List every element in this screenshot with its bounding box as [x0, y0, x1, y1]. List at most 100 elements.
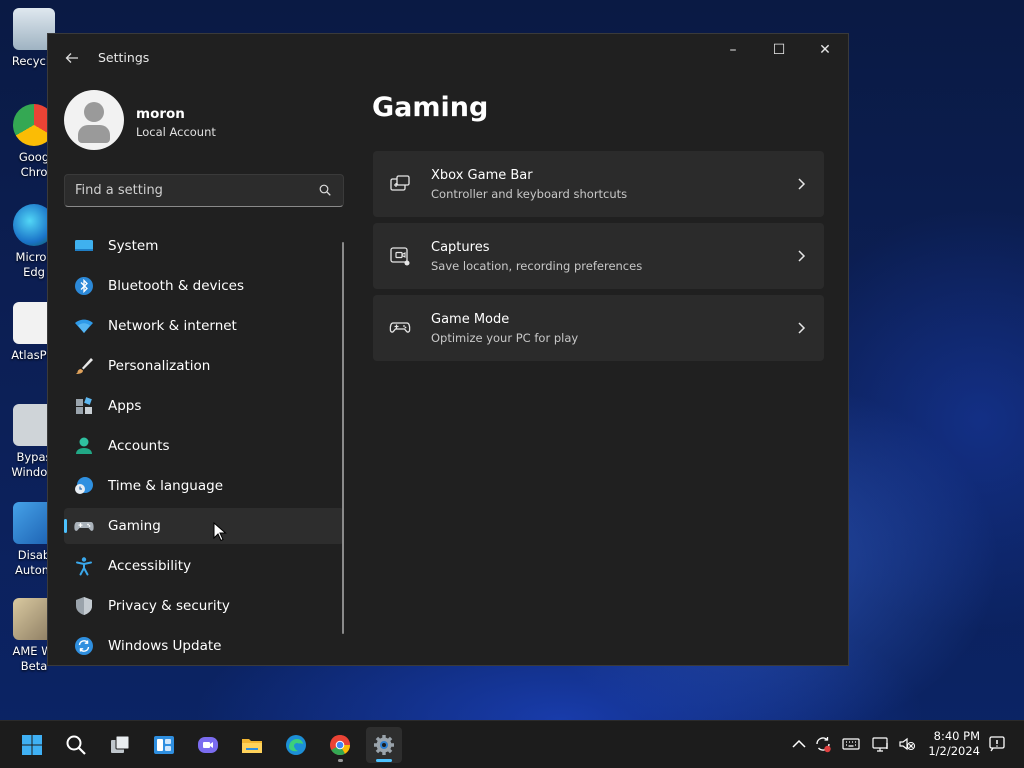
- clock[interactable]: 8:40 PM 1/2/2024: [928, 729, 980, 759]
- update-icon: [75, 637, 93, 655]
- sidebar-item-label: Time & language: [108, 478, 224, 494]
- sidebar-item-network-internet[interactable]: Network & internet: [64, 308, 344, 344]
- sidebar-item-apps[interactable]: Apps: [64, 388, 344, 424]
- widgets-button[interactable]: [146, 727, 182, 763]
- card-subtitle: Save location, recording preferences: [431, 259, 643, 273]
- title-bar[interactable]: Settings – ☐ ✕: [48, 34, 848, 82]
- sidebar-item-gaming[interactable]: Gaming: [64, 508, 344, 544]
- sidebar-item-accounts[interactable]: Accounts: [64, 428, 344, 464]
- accessibility-icon: [76, 557, 92, 576]
- sidebar-item-label: Network & internet: [108, 318, 237, 334]
- network-icon[interactable]: [872, 735, 890, 753]
- shield-icon: [76, 597, 92, 615]
- mouse-cursor-icon: [213, 522, 227, 542]
- capture-icon: [390, 247, 410, 266]
- close-button[interactable]: ✕: [802, 34, 848, 66]
- sidebar-item-time-language[interactable]: Time & language: [64, 468, 344, 504]
- file-explorer-button[interactable]: [234, 727, 270, 763]
- search-input[interactable]: Find a setting: [64, 174, 344, 207]
- sidebar-item-privacy-security[interactable]: Privacy & security: [64, 588, 344, 624]
- search-icon: [319, 184, 331, 196]
- time-language-icon: [75, 477, 93, 494]
- settings-icon: [374, 735, 394, 755]
- clock-time: 8:40 PM: [933, 729, 980, 743]
- sidebar-item-bluetooth-devices[interactable]: Bluetooth & devices: [64, 268, 344, 304]
- start-icon: [22, 735, 42, 755]
- keyboard-icon[interactable]: [842, 735, 860, 753]
- edge-icon: [286, 735, 306, 755]
- gamepad-icon: [74, 522, 94, 531]
- arrow-left-icon: [65, 53, 78, 63]
- sidebar-item-label: System: [108, 238, 159, 254]
- notifications-icon[interactable]: [988, 735, 1006, 753]
- taskbar-search-button[interactable]: [58, 727, 94, 763]
- sidebar-item-personalization[interactable]: Personalization: [64, 348, 344, 384]
- avatar-body: [78, 125, 110, 143]
- avatar[interactable]: [64, 90, 124, 150]
- game-bar-icon: [390, 175, 410, 191]
- window-title: Settings: [98, 50, 150, 65]
- chevron-up-icon[interactable]: [790, 735, 808, 753]
- sidebar-item-accessibility[interactable]: Accessibility: [64, 548, 344, 584]
- volume-muted-icon[interactable]: [898, 735, 916, 753]
- apps-icon: [76, 397, 92, 414]
- chrome-icon: [330, 734, 351, 756]
- teams-chat-button[interactable]: [190, 727, 226, 763]
- search-icon: [66, 735, 86, 755]
- start-button[interactable]: [14, 727, 50, 763]
- sidebar-item-label: Privacy & security: [108, 598, 230, 614]
- page-title: Gaming: [372, 92, 489, 123]
- sidebar-item-label: Apps: [108, 398, 142, 414]
- sidebar-item-label: Bluetooth & devices: [108, 278, 245, 294]
- game-mode-icon: [389, 322, 411, 333]
- system-icon: [75, 240, 93, 251]
- accounts-icon: [76, 437, 92, 454]
- sidebar-item-label: Accounts: [108, 438, 170, 454]
- chevron-right-icon: [798, 178, 806, 190]
- card-subtitle: Optimize your PC for play: [431, 331, 579, 345]
- sync-error-icon[interactable]: [814, 735, 832, 753]
- card-subtitle: Controller and keyboard shortcuts: [431, 187, 628, 201]
- card-title: Game Mode: [431, 312, 510, 327]
- sidebar-item-label: Accessibility: [108, 558, 192, 574]
- task-view-icon: [111, 735, 130, 753]
- selection-indicator: [64, 519, 67, 533]
- card-captures[interactable]: Captures Save location, recording prefer…: [373, 223, 824, 289]
- avatar-head: [84, 102, 104, 122]
- sidebar-item-label: Personalization: [108, 358, 211, 374]
- search-placeholder: Find a setting: [75, 183, 163, 198]
- bluetooth-icon: [75, 277, 93, 295]
- clock-date: 1/2/2024: [928, 744, 980, 758]
- profile-account-type: Local Account: [136, 125, 216, 139]
- task-view-button[interactable]: [102, 727, 138, 763]
- sidebar-item-system[interactable]: System: [64, 228, 344, 264]
- back-button[interactable]: [60, 46, 84, 70]
- wifi-icon: [75, 319, 93, 333]
- file-explorer-icon: [242, 739, 262, 753]
- sidebar-scrollbar[interactable]: [342, 242, 344, 634]
- sidebar-nav: System Bluetooth & devices Network & int…: [64, 228, 344, 665]
- maximize-button[interactable]: ☐: [756, 34, 802, 66]
- taskbar: 8:40 PM 1/2/2024: [0, 720, 1024, 768]
- card-title: Captures: [431, 240, 490, 255]
- sidebar-item-label: Windows Update: [108, 638, 222, 654]
- profile-name: moron: [136, 106, 185, 122]
- chevron-right-icon: [798, 322, 806, 334]
- edge-taskbar-button[interactable]: [278, 727, 314, 763]
- card-title: Xbox Game Bar: [431, 168, 533, 183]
- active-app-indicator: [376, 759, 392, 762]
- minimize-button[interactable]: –: [710, 34, 756, 66]
- running-indicator: [338, 759, 343, 762]
- card-xbox-game-bar[interactable]: Xbox Game Bar Controller and keyboard sh…: [373, 151, 824, 217]
- widgets-icon: [154, 736, 174, 754]
- brush-icon: [76, 358, 93, 374]
- settings-card-list: Xbox Game Bar Controller and keyboard sh…: [373, 151, 824, 367]
- settings-taskbar-button[interactable]: [366, 727, 402, 763]
- sidebar-item-windows-update[interactable]: Windows Update: [64, 628, 344, 664]
- sidebar-item-label: Gaming: [108, 518, 161, 534]
- card-game-mode[interactable]: Game Mode Optimize your PC for play: [373, 295, 824, 361]
- chevron-right-icon: [798, 250, 806, 262]
- settings-window: Settings – ☐ ✕ moron Local Account Find …: [47, 33, 849, 666]
- teams-chat-icon: [198, 737, 218, 753]
- chrome-taskbar-button[interactable]: [322, 727, 358, 763]
